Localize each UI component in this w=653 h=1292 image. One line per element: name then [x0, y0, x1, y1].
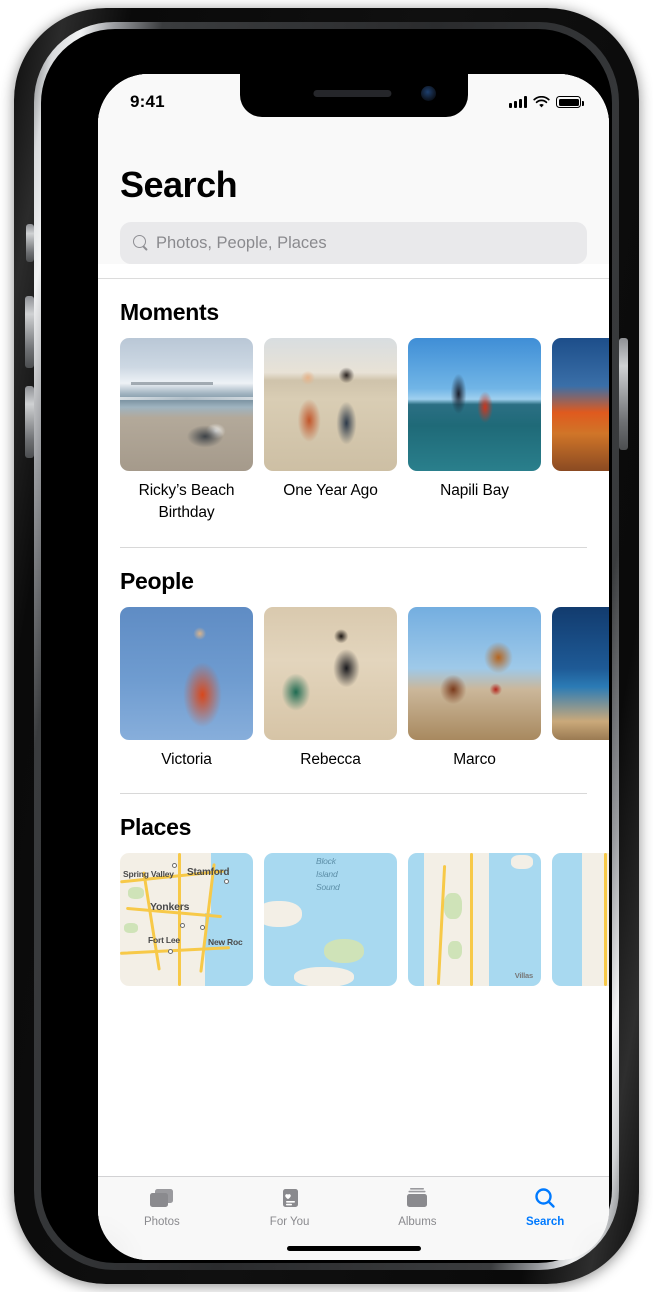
map-label: Fort Lee [148, 935, 180, 946]
search-placeholder: Photos, People, Places [156, 233, 327, 252]
heart-card-icon [275, 1186, 305, 1212]
place-map-thumbnail[interactable]: Block Island Sound [264, 853, 397, 987]
section-people: People Victoria Rebecca Marco [98, 548, 609, 771]
moment-thumbnail[interactable] [408, 338, 541, 471]
search-icon [133, 235, 149, 251]
place-map-thumbnail[interactable]: Villas [408, 853, 541, 987]
section-moments: Moments Ricky’s Beach Birthday One Year … [98, 279, 609, 525]
map-label: New Roc [208, 937, 243, 948]
place-card[interactable] [552, 853, 609, 987]
place-map-thumbnail[interactable]: Spring Valley Stamford Yonkers Fort Lee … [120, 853, 253, 987]
ringer-switch-button[interactable] [26, 224, 34, 262]
phone-screen: 9:41 Search Photos, People, Places Momen… [98, 74, 609, 1260]
moment-card[interactable]: One Year Ago [264, 338, 397, 525]
moment-label: One Year Ago [283, 482, 378, 499]
front-camera-icon [420, 86, 436, 101]
map-label: Stamford [187, 867, 230, 879]
status-time: 9:41 [130, 92, 165, 111]
moment-thumbnail[interactable] [120, 338, 253, 471]
person-name: Marco [453, 750, 496, 768]
home-indicator[interactable] [286, 1246, 421, 1251]
place-map-thumbnail[interactable] [552, 853, 609, 987]
section-title-places: Places [120, 814, 192, 841]
wifi-icon [533, 95, 550, 107]
people-carousel[interactable]: Victoria Rebecca Marco [98, 606, 609, 771]
magnifier-icon [530, 1186, 560, 1212]
phone-device-frame: 9:41 Search Photos, People, Places Momen… [14, 8, 639, 1284]
phone-bezel: 9:41 Search Photos, People, Places Momen… [41, 29, 612, 1263]
person-card[interactable]: Rebecca [264, 606, 397, 771]
map-label: Island [316, 869, 338, 880]
battery-icon [556, 96, 584, 108]
moment-thumbnail[interactable] [552, 338, 609, 471]
moment-card[interactable] [552, 338, 609, 525]
search-input[interactable]: Photos, People, Places [120, 222, 587, 264]
person-card[interactable]: Victoria [120, 606, 253, 771]
moment-card[interactable]: Napili Bay [408, 338, 541, 525]
tab-search[interactable]: Search [481, 1186, 609, 1228]
tab-albums-label: Albums [398, 1216, 437, 1228]
map-label: Sound [316, 882, 340, 893]
moments-carousel[interactable]: Ricky’s Beach Birthday One Year Ago Napi… [98, 338, 609, 525]
section-places: Places Spring Valley Stamford Yonkers Fo… [98, 794, 609, 987]
tab-search-label: Search [525, 1216, 565, 1228]
volume-down-button[interactable] [25, 386, 34, 458]
place-card[interactable]: Block Island Sound [264, 853, 397, 987]
map-label: Spring Valley [123, 869, 174, 880]
moment-label: Napili Bay [440, 482, 509, 499]
person-thumbnail[interactable] [120, 606, 253, 740]
person-name: Victoria [161, 750, 212, 768]
tab-photos-label: Photos [143, 1216, 180, 1228]
section-title-moments: Moments [120, 299, 219, 325]
volume-up-button[interactable] [25, 296, 34, 368]
earpiece-speaker-icon [312, 90, 391, 97]
person-name: Rebecca [300, 750, 361, 768]
place-card[interactable]: Villas [408, 853, 541, 987]
map-label: Block [316, 856, 336, 867]
photos-stack-icon [147, 1186, 177, 1212]
page-title: Search [120, 164, 238, 205]
tab-photos[interactable]: Photos [98, 1186, 226, 1228]
albums-stack-icon [402, 1186, 432, 1212]
person-thumbnail[interactable] [552, 606, 609, 740]
section-title-people: People [120, 567, 194, 594]
signal-bars-icon [509, 96, 527, 108]
moment-thumbnail[interactable] [264, 338, 397, 471]
place-card[interactable]: Spring Valley Stamford Yonkers Fort Lee … [120, 853, 253, 987]
status-indicators [509, 95, 584, 109]
person-thumbnail[interactable] [264, 606, 397, 740]
tab-for-you-label: For You [269, 1216, 310, 1228]
map-label: Villas [514, 971, 533, 981]
person-thumbnail[interactable] [408, 606, 541, 740]
search-screen-content: Search Photos, People, Places Moments Ri… [98, 74, 609, 1260]
tab-for-you[interactable]: For You [226, 1186, 354, 1228]
moment-label: Ricky’s Beach Birthday [138, 482, 235, 522]
moment-card[interactable]: Ricky’s Beach Birthday [120, 338, 253, 525]
power-button[interactable] [619, 338, 628, 450]
notch [239, 74, 468, 117]
person-card[interactable]: Marco [408, 606, 541, 771]
search-sections-scroll[interactable]: Moments Ricky’s Beach Birthday One Year … [98, 279, 609, 1107]
places-carousel[interactable]: Spring Valley Stamford Yonkers Fort Lee … [98, 853, 609, 987]
person-card[interactable] [552, 606, 609, 771]
map-label: Yonkers [150, 901, 190, 914]
tab-albums[interactable]: Albums [354, 1186, 482, 1228]
